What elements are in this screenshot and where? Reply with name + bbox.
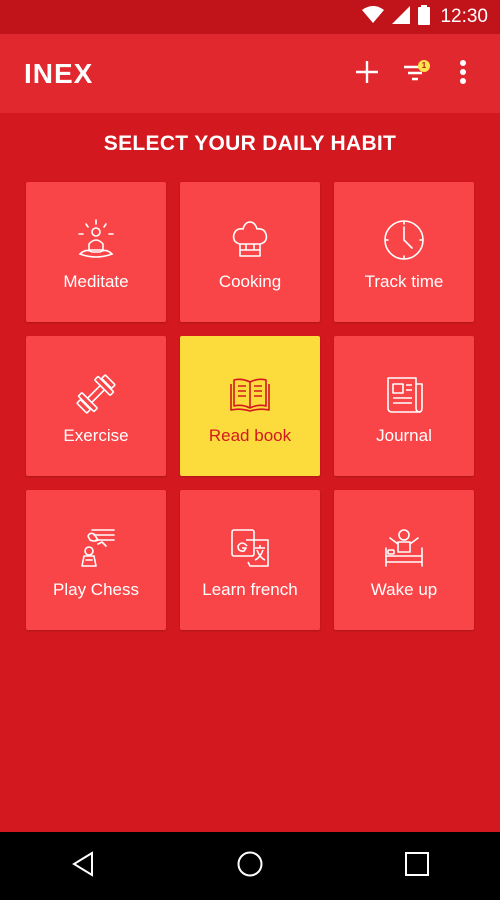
filter-button[interactable]: 1 [400, 59, 430, 89]
habit-label: Track time [364, 272, 444, 291]
habit-tile-play-chess[interactable]: Play Chess [26, 490, 166, 630]
filter-badge: 1 [418, 60, 430, 72]
dumbbell-icon [74, 372, 118, 416]
newspaper-icon [382, 372, 426, 416]
wake-up-icon [382, 526, 426, 570]
habit-label: Cooking [218, 272, 282, 291]
habit-tile-wake-up[interactable]: Wake up [334, 490, 474, 630]
translate-icon [228, 526, 272, 570]
more-options-button[interactable] [448, 59, 478, 89]
habit-tile-learn-french[interactable]: Learn french [180, 490, 320, 630]
signal-icon [392, 5, 411, 29]
clock-icon [382, 218, 426, 262]
habit-tile-read-book[interactable]: Read book [180, 336, 320, 476]
habit-label: Journal [376, 426, 432, 445]
app-bar: INEX 1 [0, 34, 500, 113]
home-button[interactable] [210, 836, 290, 896]
back-button[interactable] [43, 836, 123, 896]
battery-icon [418, 4, 431, 30]
page-title: SELECT YOUR DAILY HABIT [103, 132, 397, 155]
habit-label: Wake up [370, 580, 438, 599]
home-circle-icon [236, 850, 264, 883]
system-nav-bar [0, 832, 500, 900]
habit-label: Play Chess [53, 580, 139, 599]
recents-square-icon [404, 851, 430, 882]
habit-label: Exercise [63, 426, 129, 445]
meditate-icon [74, 218, 118, 262]
add-button[interactable] [352, 59, 382, 89]
habit-tile-track-time[interactable]: Track time [334, 182, 474, 322]
more-vert-icon [459, 59, 467, 90]
habit-label: Meditate [63, 272, 129, 291]
status-time: 12:30 [440, 6, 488, 27]
wifi-icon [362, 5, 385, 29]
habit-label: Learn french [202, 580, 298, 599]
chess-icon [74, 526, 118, 570]
habit-tile-journal[interactable]: Journal [334, 336, 474, 476]
habit-tile-meditate[interactable]: Meditate [26, 182, 166, 322]
plus-icon [354, 59, 380, 90]
habit-tile-exercise[interactable]: Exercise [26, 336, 166, 476]
open-book-icon [228, 372, 272, 416]
habit-grid: Meditate Cooking Track time Exercise Rea… [26, 182, 474, 630]
status-bar: 12:30 [0, 0, 500, 34]
habit-label: Read book [208, 426, 292, 445]
chef-hat-icon [228, 218, 272, 262]
back-triangle-icon [71, 850, 95, 882]
habit-tile-cooking[interactable]: Cooking [180, 182, 320, 322]
app-logo: INEX [24, 58, 94, 89]
recents-button[interactable] [377, 836, 457, 896]
